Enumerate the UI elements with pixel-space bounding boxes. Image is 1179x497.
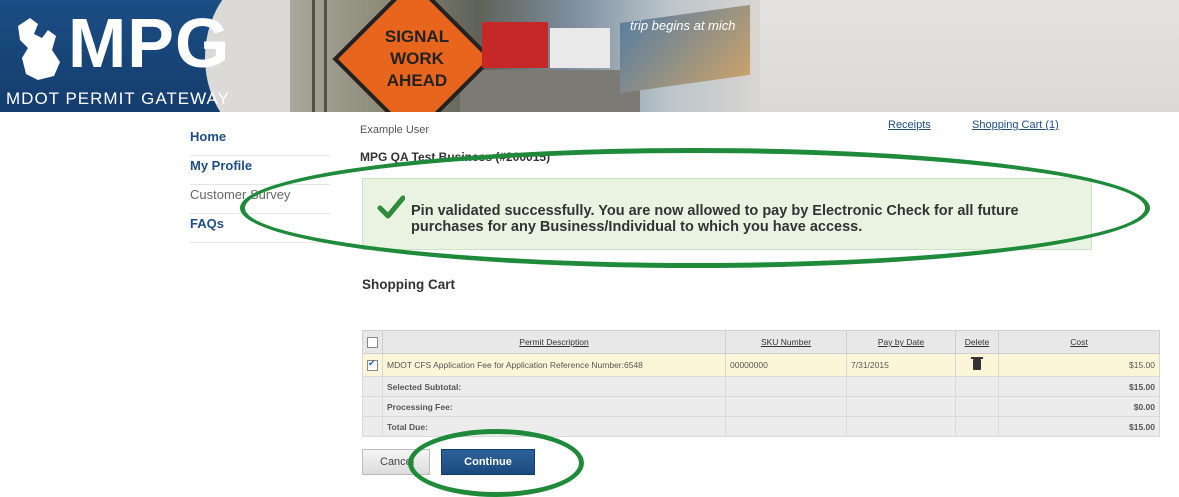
- delete-cell: [955, 353, 999, 377]
- nav-item-customer-survey[interactable]: Customer Survey: [190, 185, 330, 214]
- truck-image: [482, 22, 548, 68]
- summary-label: Processing Fee:: [382, 396, 726, 417]
- summary-label: Selected Subtotal:: [382, 376, 726, 397]
- michigan-icon: [18, 18, 60, 80]
- empty-cell: [725, 396, 847, 417]
- utility-pole: [312, 0, 315, 112]
- summary-value: $15.00: [998, 376, 1160, 397]
- left-nav: Home My Profile Customer Survey FAQs: [190, 127, 330, 243]
- pay-by-date: 7/31/2015: [846, 353, 956, 377]
- logo-subtitle: MDOT PERMIT GATEWAY: [6, 89, 230, 108]
- user-name: Example User: [360, 124, 430, 136]
- receipts-link[interactable]: Receipts: [888, 119, 931, 131]
- checkmark-icon: [377, 195, 405, 219]
- summary-label: Total Due:: [382, 416, 726, 437]
- mpg-logo[interactable]: MPG MDOT PERMIT GATEWAY: [0, 0, 295, 112]
- header-photo: SIGNAL WORK AHEAD trip begins at mich: [290, 0, 760, 112]
- empty-cell: [362, 416, 383, 437]
- sku-number: 00000000: [725, 353, 847, 377]
- trash-icon[interactable]: [971, 356, 983, 370]
- table-row: Total Due: $15.00: [362, 416, 1160, 437]
- success-message-text: Pin validated successfully. You are now …: [411, 203, 1019, 235]
- shopping-cart-title: Shopping Cart: [362, 277, 455, 292]
- column-header[interactable]: Cost: [998, 330, 1160, 354]
- column-header[interactable]: Delete: [955, 330, 999, 354]
- continue-button[interactable]: Continue: [441, 449, 535, 475]
- table-row: Selected Subtotal: $15.00: [362, 376, 1160, 397]
- header-banner: MPG MDOT PERMIT GATEWAY SIGNAL WORK AHEA…: [0, 0, 1179, 112]
- road-sign-text: SIGNAL WORK AHEAD: [372, 26, 462, 92]
- table-header-row: Permit Description SKU Number Pay by Dat…: [362, 330, 1160, 354]
- nav-item-home[interactable]: Home: [190, 127, 330, 156]
- business-name: MPG QA Test Business (#200015): [360, 150, 551, 164]
- select-all-header: [362, 330, 383, 354]
- empty-cell: [362, 396, 383, 417]
- success-message: Pin validated successfully. You are now …: [362, 178, 1092, 250]
- empty-cell: [846, 416, 956, 437]
- empty-cell: [362, 376, 383, 397]
- utility-pole: [324, 0, 327, 112]
- sign-line: WORK: [390, 49, 444, 68]
- summary-value: $0.00: [998, 396, 1160, 417]
- truck-image: [550, 28, 610, 68]
- empty-cell: [955, 376, 999, 397]
- column-header[interactable]: SKU Number: [725, 330, 847, 354]
- empty-cell: [725, 416, 847, 437]
- logo-text: MPG: [68, 4, 231, 82]
- cancel-button[interactable]: Cancel: [362, 449, 430, 475]
- cart-table: Permit Description SKU Number Pay by Dat…: [362, 330, 1160, 437]
- item-cost: $15.00: [998, 353, 1160, 377]
- billboard-text: trip begins at mich: [630, 18, 736, 33]
- column-header[interactable]: Permit Description: [382, 330, 726, 354]
- table-row: MDOT CFS Application Fee for Application…: [362, 353, 1160, 377]
- row-checkbox[interactable]: [367, 358, 378, 371]
- summary-value: $15.00: [998, 416, 1160, 437]
- empty-cell: [955, 396, 999, 417]
- column-header[interactable]: Pay by Date: [846, 330, 956, 354]
- empty-cell: [846, 376, 956, 397]
- nav-item-my-profile[interactable]: My Profile: [190, 156, 330, 185]
- highway-road: [460, 70, 640, 112]
- table-row: Processing Fee: $0.00: [362, 396, 1160, 417]
- empty-cell: [725, 376, 847, 397]
- shopping-cart-link[interactable]: Shopping Cart (1): [972, 119, 1059, 131]
- permit-description: MDOT CFS Application Fee for Application…: [382, 353, 726, 377]
- nav-item-faqs[interactable]: FAQs: [190, 214, 330, 243]
- select-all-checkbox[interactable]: [367, 336, 378, 348]
- sign-line: SIGNAL: [384, 27, 450, 46]
- empty-cell: [955, 416, 999, 437]
- empty-cell: [846, 396, 956, 417]
- sign-line: AHEAD: [386, 71, 448, 90]
- row-select-cell: [362, 353, 383, 377]
